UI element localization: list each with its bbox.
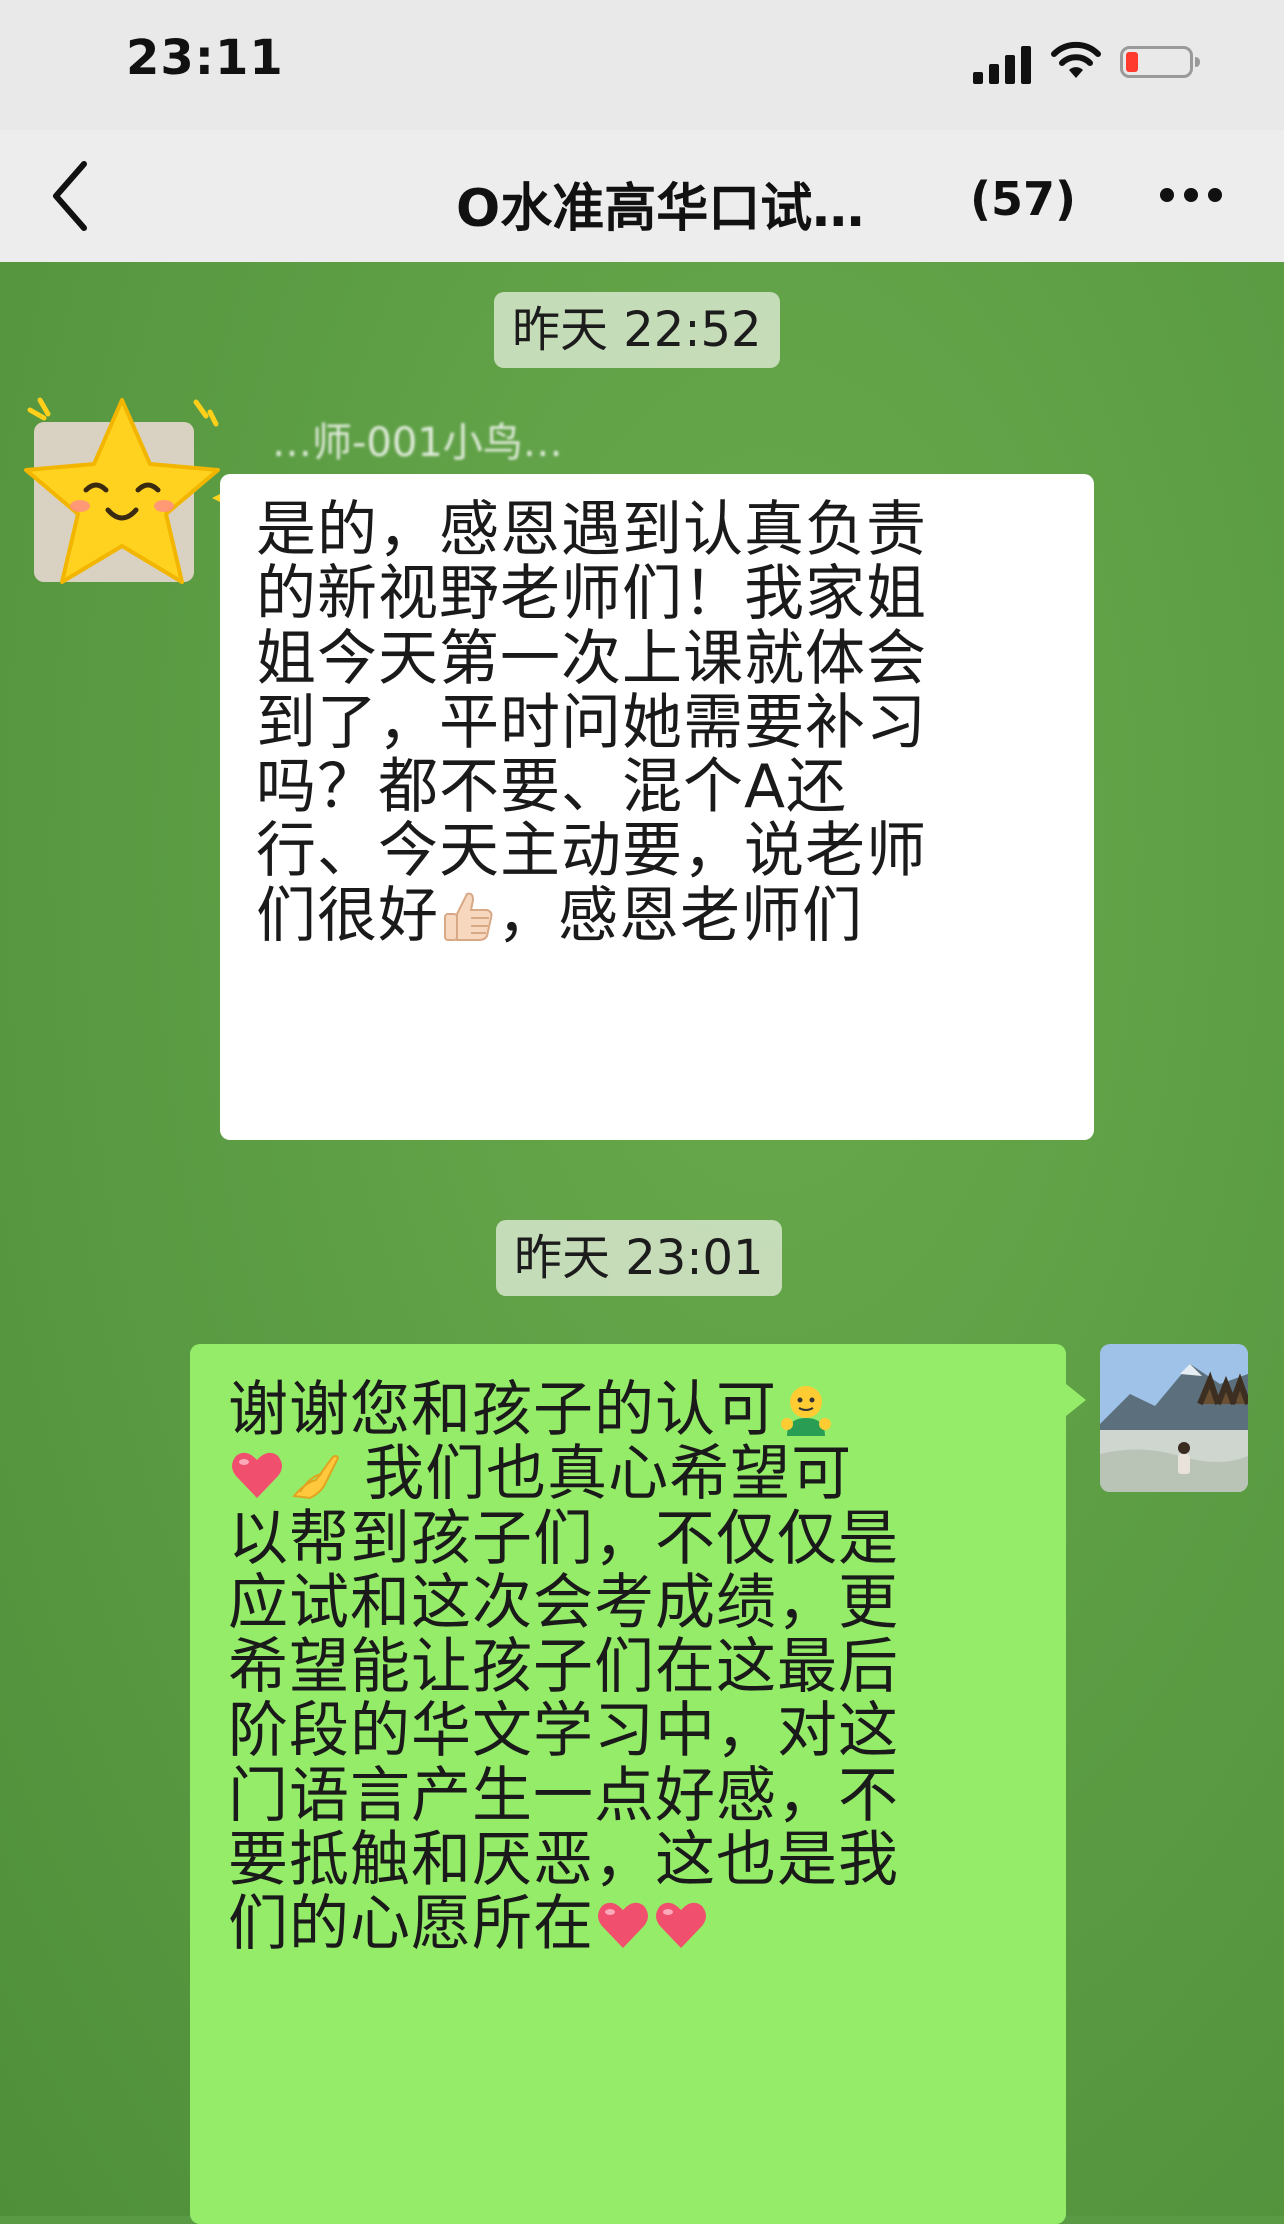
wifi-icon — [1051, 41, 1101, 78]
heart-emoji — [232, 1453, 282, 1499]
message-text-segment: 我们也真心希望可 — [364, 1439, 853, 1510]
message-text-segment: 们的心愿所在 — [228, 1889, 594, 1960]
message-line: 是的，感恩遇到认真负责 — [256, 495, 927, 565]
mountain-photo-avatar[interactable] — [1100, 1344, 1248, 1492]
chat-area[interactable]: 昨天 22:52 …师-001小鸟… 是的，感恩遇到认真负责 的新视野老师们！我… — [0, 262, 1284, 2224]
hug-emoji — [781, 1386, 831, 1436]
message-line: 门语言产生一点好感，不 — [228, 1760, 899, 1831]
cellular-signal-icon — [973, 46, 1031, 84]
member-count: (57) — [970, 172, 1077, 226]
message-line: 希望能让孩子们在这最后 — [228, 1632, 899, 1703]
message-line: 应试和这次会考成绩，更 — [228, 1567, 899, 1638]
ok-hand-emoji — [292, 1455, 340, 1500]
incoming-message-bubble[interactable]: 是的，感恩遇到认真负责 的新视野老师们！我家姐 姐今天第一次上课就体会 到了，平… — [220, 474, 1094, 1140]
message-text-segment: 们很好 — [256, 880, 439, 951]
message-line: 姐今天第一次上课就体会 — [256, 623, 927, 694]
outgoing-message-bubble[interactable]: 谢谢您和孩子的认可 我们也真心希望可 以帮到孩子们，不仅仅是 应试和这次会考成绩… — [190, 1344, 1086, 2224]
message-line: 吗？都不要、混个A还 — [256, 752, 848, 823]
message-line: 们的心愿所在 — [228, 1889, 899, 1960]
message-line: 阶段的华文学习中，对这 — [228, 1696, 899, 1767]
sender-name: …师-001小鸟… — [272, 420, 563, 466]
message-text: 谢谢您和孩子的认可 我们也真心希望可 以帮到孩子们，不仅仅是 应试和这次会考成绩… — [228, 1378, 899, 1957]
message-text: 是的，感恩遇到认真负责 的新视野老师们！我家姐 姐今天第一次上课就体会 到了，平… — [256, 498, 927, 948]
thumbs-up-emoji — [444, 892, 493, 941]
heart-emoji — [656, 1903, 706, 1949]
timestamp: 昨天 23:01 — [496, 1220, 782, 1296]
timestamp: 昨天 22:52 — [494, 292, 780, 368]
battery-low-icon — [1120, 46, 1200, 78]
message-line: 我们也真心希望可 — [228, 1442, 899, 1506]
chevron-left-icon[interactable] — [46, 158, 94, 234]
message-text-segment: 谢谢您和孩子的认可 — [228, 1375, 777, 1445]
star-sticker-avatar[interactable] — [10, 382, 240, 612]
message-line: 谢谢您和孩子的认可 — [228, 1378, 899, 1442]
message-line: 的新视野老师们！我家姐 — [256, 559, 927, 630]
heart-emoji — [598, 1903, 648, 1949]
message-text-segment: ，感恩老师们 — [497, 880, 863, 951]
chat-header: O水准高华口试… (57) — [0, 130, 1284, 262]
message-line: 行、今天主动要，说老师 — [256, 816, 927, 887]
status-time: 23:11 — [126, 30, 284, 86]
message-line: 以帮到孩子们，不仅仅是 — [228, 1503, 899, 1574]
status-bar: 23:11 — [0, 0, 1284, 130]
message-line: 要抵触和厌恶，这也是我 — [228, 1825, 899, 1896]
more-dots-icon[interactable] — [1158, 180, 1224, 210]
message-line: 们很好 ，感恩老师们 — [256, 884, 927, 948]
message-line: 到了，平时问她需要补习 — [256, 687, 927, 758]
chat-title[interactable]: O水准高华口试… — [456, 166, 864, 241]
